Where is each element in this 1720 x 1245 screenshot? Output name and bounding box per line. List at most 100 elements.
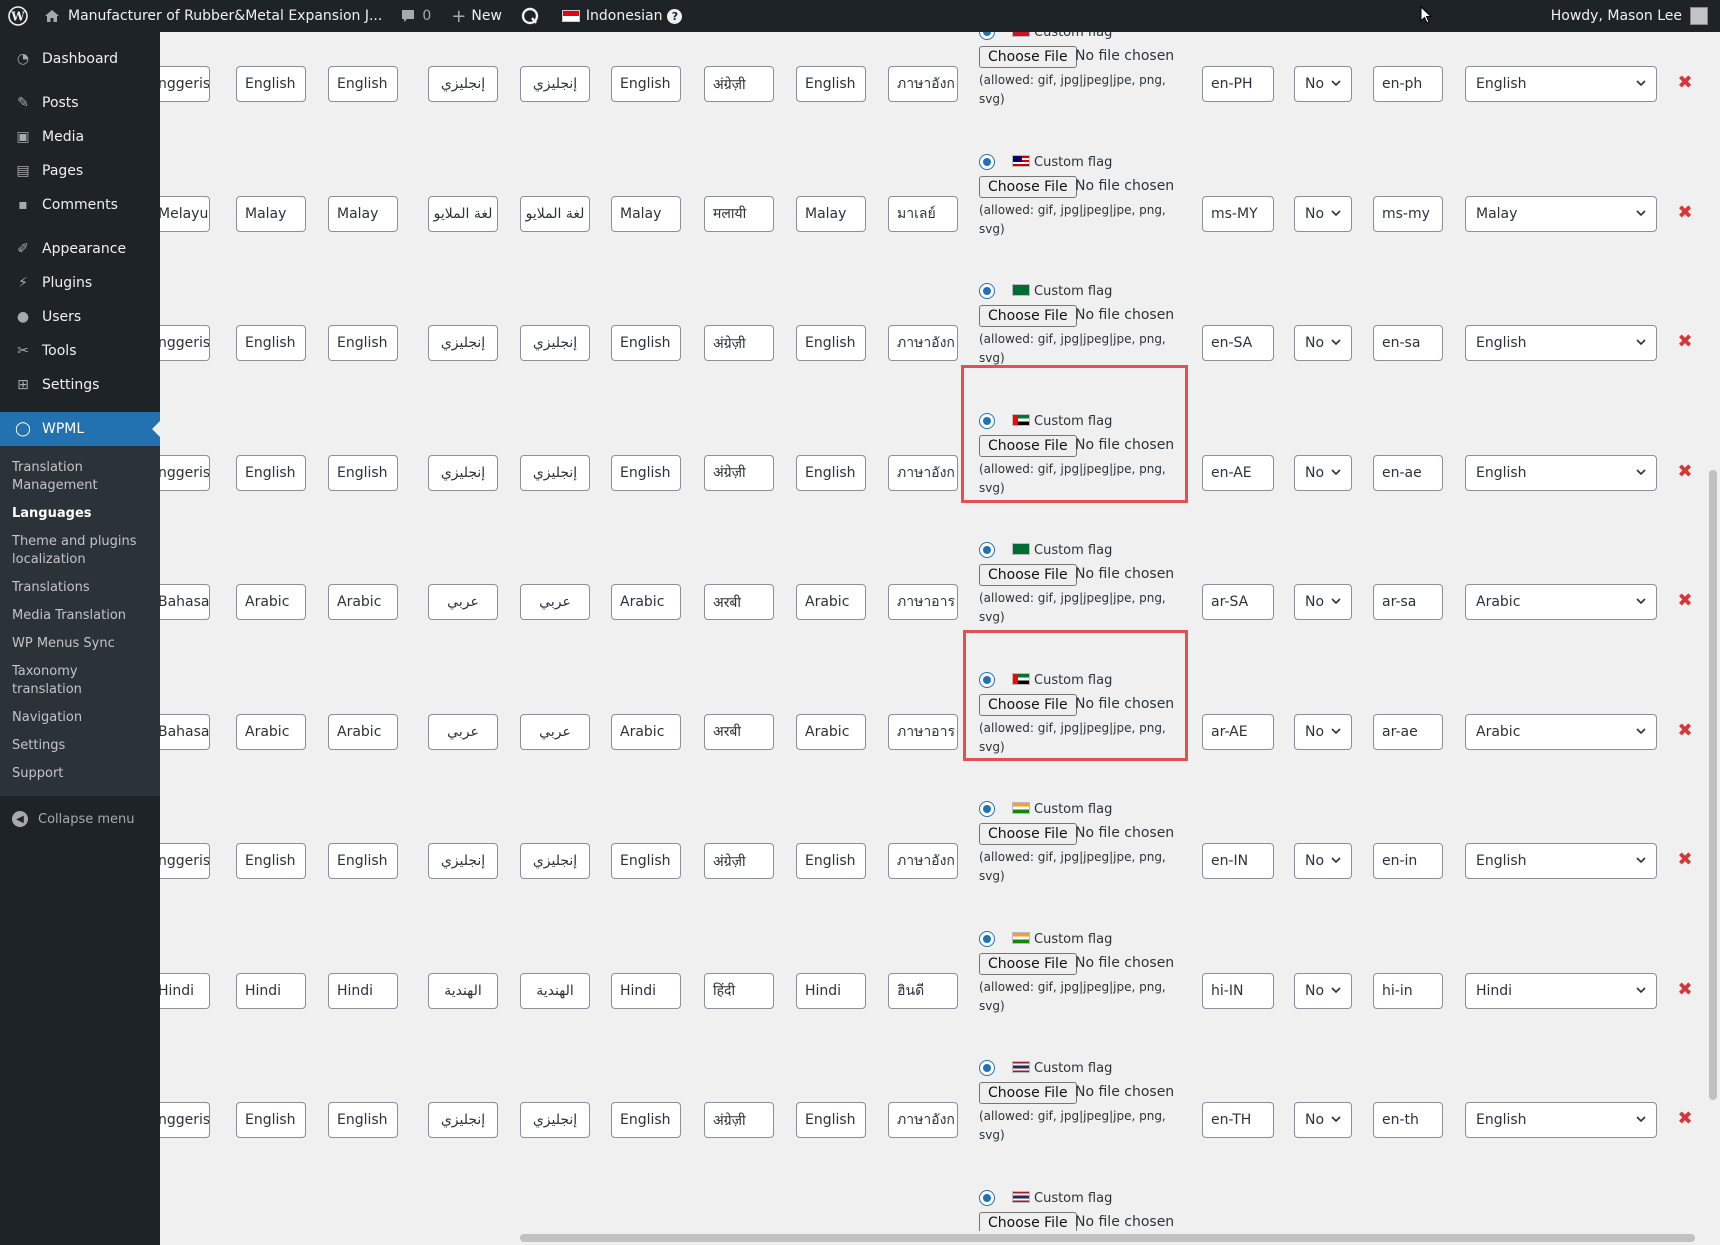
language-name-field[interactable]: en-ph — [1373, 66, 1443, 102]
encode-url-select[interactable]: No — [1294, 972, 1352, 1009]
custom-flag-radio[interactable] — [979, 1060, 995, 1076]
language-name-field[interactable]: ar-ae — [1373, 713, 1443, 750]
submenu-translation-management[interactable]: Translation Management — [0, 454, 160, 500]
language-name-field[interactable]: en-sa — [1373, 325, 1443, 361]
language-name-field[interactable]: English — [796, 1102, 866, 1138]
wpml-toolbar-link[interactable] — [510, 0, 548, 32]
language-name-field[interactable]: إنجليزي — [428, 66, 498, 102]
language-name-field[interactable]: إنجليزي — [520, 843, 590, 879]
language-name-field[interactable]: hi-IN — [1202, 972, 1274, 1009]
choose-file-button[interactable]: Choose File — [979, 305, 1077, 327]
choose-file-button[interactable]: Choose File — [979, 564, 1077, 586]
language-name-field[interactable]: لغة الملايو — [520, 195, 590, 232]
language-name-field[interactable]: nggeris — [160, 454, 210, 491]
menu-plugins[interactable]: ⚡ Plugins — [0, 266, 160, 300]
menu-media[interactable]: ▣ Media — [0, 120, 160, 154]
language-name-field[interactable]: Arabic — [796, 584, 866, 620]
language-name-field[interactable]: English — [328, 66, 398, 102]
language-name-field[interactable]: English — [796, 454, 866, 491]
language-name-field[interactable]: English — [236, 325, 306, 361]
language-name-field[interactable]: en-AE — [1202, 454, 1274, 491]
custom-flag-radio[interactable] — [979, 283, 995, 299]
delete-language-icon[interactable]: ✖ — [1677, 592, 1693, 610]
language-name-field[interactable]: English — [611, 454, 681, 491]
language-name-field[interactable]: Arabic — [236, 713, 306, 750]
language-name-field[interactable]: English — [328, 454, 398, 491]
language-name-field[interactable]: Malay — [236, 195, 306, 232]
language-name-field[interactable]: إنجليزي — [520, 325, 590, 361]
translation-language-select[interactable]: English — [1465, 66, 1657, 102]
my-account-link[interactable]: Howdy, Mason Lee — [1543, 0, 1720, 32]
language-name-field[interactable]: अरबी — [704, 713, 774, 750]
translation-language-select[interactable]: Arabic — [1465, 584, 1657, 620]
custom-flag-radio[interactable] — [979, 801, 995, 817]
language-name-field[interactable]: الهندية — [428, 972, 498, 1009]
language-name-field[interactable]: ms-my — [1373, 195, 1443, 232]
language-name-field[interactable]: عربي — [520, 584, 590, 620]
vertical-scrollbar-thumb[interactable] — [1709, 470, 1717, 1100]
language-name-field[interactable]: en-TH — [1202, 1102, 1274, 1138]
language-name-field[interactable]: إنجليزي — [520, 454, 590, 491]
language-name-field[interactable]: ภาษาอังก — [888, 66, 958, 102]
language-name-field[interactable]: Bahasa A — [160, 584, 210, 620]
language-name-field[interactable]: English — [328, 843, 398, 879]
submenu-languages[interactable]: Languages — [0, 500, 160, 528]
delete-language-icon[interactable]: ✖ — [1677, 980, 1693, 998]
language-name-field[interactable]: ภาษาอังก — [888, 454, 958, 491]
language-name-field[interactable]: Arabic — [236, 584, 306, 620]
language-name-field[interactable]: Malay — [796, 195, 866, 232]
language-name-field[interactable]: الهندية — [520, 972, 590, 1009]
language-name-field[interactable]: अंग्रेज़ी — [704, 454, 774, 491]
encode-url-select[interactable]: No — [1294, 843, 1352, 879]
translation-language-select[interactable]: English — [1465, 843, 1657, 879]
choose-file-button[interactable]: Choose File — [979, 952, 1077, 975]
language-name-field[interactable]: Hindi — [236, 972, 306, 1009]
custom-flag-radio[interactable] — [979, 153, 995, 170]
submenu-settings[interactable]: Settings — [0, 732, 160, 760]
language-name-field[interactable]: ภาษาอังก — [888, 1102, 958, 1138]
menu-tools[interactable]: ✂ Tools — [0, 334, 160, 368]
language-name-field[interactable]: Arabic — [611, 584, 681, 620]
encode-url-select[interactable]: No — [1294, 325, 1352, 361]
language-name-field[interactable]: English — [236, 66, 306, 102]
encode-url-select[interactable]: No — [1294, 1102, 1352, 1138]
language-name-field[interactable]: Melayu — [160, 195, 210, 232]
language-name-field[interactable]: en-in — [1373, 843, 1443, 879]
language-name-field[interactable]: en-IN — [1202, 843, 1274, 879]
translation-language-select[interactable]: English — [1465, 325, 1657, 361]
language-name-field[interactable]: ar-sa — [1373, 584, 1443, 620]
language-name-field[interactable]: English — [611, 843, 681, 879]
language-name-field[interactable]: Arabic — [328, 713, 398, 750]
language-name-field[interactable]: English — [796, 843, 866, 879]
language-name-field[interactable]: Malay — [611, 195, 681, 232]
choose-file-button[interactable]: Choose File — [979, 46, 1077, 68]
encode-url-select[interactable]: No — [1294, 584, 1352, 620]
language-name-field[interactable]: ar-SA — [1202, 584, 1274, 620]
language-name-field[interactable]: English — [236, 1102, 306, 1138]
language-name-field[interactable]: إنجليزي — [428, 325, 498, 361]
language-name-field[interactable]: ภาษาอังก — [888, 325, 958, 361]
language-name-field[interactable]: English — [611, 66, 681, 102]
language-name-field[interactable]: hi-in — [1373, 972, 1443, 1009]
language-name-field[interactable]: Hindi — [328, 972, 398, 1009]
language-name-field[interactable]: ภาษาอาร — [888, 584, 958, 620]
menu-dashboard[interactable]: ◔ Dashboard — [0, 42, 160, 76]
language-name-field[interactable]: English — [236, 843, 306, 879]
language-name-field[interactable]: en-SA — [1202, 325, 1274, 361]
language-name-field[interactable]: English — [796, 325, 866, 361]
delete-language-icon[interactable]: ✖ — [1677, 721, 1693, 739]
language-name-field[interactable]: มาเลย์ — [888, 195, 958, 232]
delete-language-icon[interactable]: ✖ — [1677, 203, 1693, 221]
language-name-field[interactable]: عربي — [428, 713, 498, 750]
language-name-field[interactable]: ภาษาอาร — [888, 713, 958, 750]
horizontal-scrollbar-thumb[interactable] — [520, 1234, 1695, 1242]
translation-language-select[interactable]: Malay — [1465, 195, 1657, 232]
language-name-field[interactable]: Hindi — [160, 972, 210, 1009]
language-name-field[interactable]: मलायी — [704, 195, 774, 232]
menu-appearance[interactable]: ✐ Appearance — [0, 232, 160, 266]
language-name-field[interactable]: Hindi — [611, 972, 681, 1009]
delete-language-icon[interactable]: ✖ — [1677, 1110, 1693, 1128]
custom-flag-radio[interactable] — [979, 542, 995, 558]
menu-comments[interactable]: ▪ Comments — [0, 188, 160, 222]
language-name-field[interactable]: ภาษาอังก — [888, 843, 958, 879]
